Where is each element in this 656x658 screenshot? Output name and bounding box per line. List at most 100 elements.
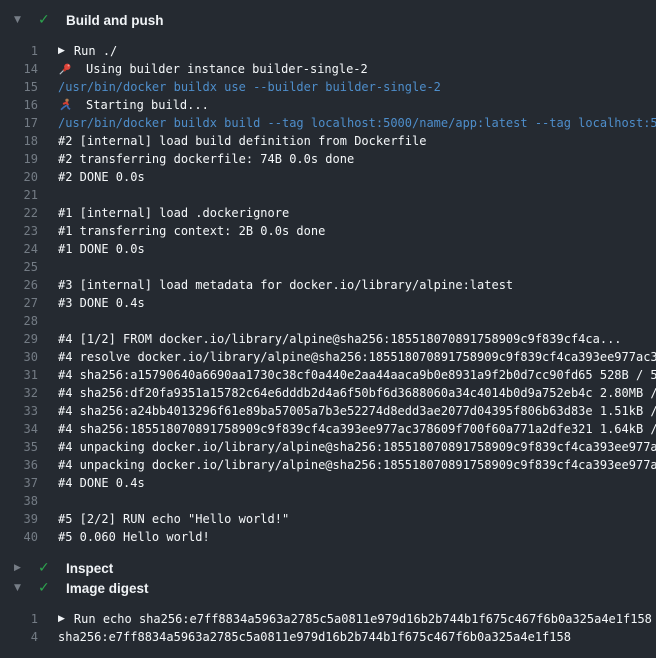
check-icon: ✓ bbox=[38, 578, 52, 598]
line-text: /usr/bin/docker buildx use --builder bui… bbox=[58, 78, 656, 96]
runner-icon bbox=[58, 98, 74, 112]
log-line: 35 #4 unpacking docker.io/library/alpine… bbox=[0, 438, 656, 456]
log-line: 34 #4 sha256:185518070891758909c9f839cf4… bbox=[0, 420, 656, 438]
line-number[interactable]: 26 bbox=[0, 276, 38, 294]
line-number[interactable]: 22 bbox=[0, 204, 38, 222]
line-text bbox=[58, 492, 656, 510]
step-title: Inspect bbox=[66, 561, 113, 576]
line-number[interactable]: 24 bbox=[0, 240, 38, 258]
log-line: 37 #4 DONE 0.4s bbox=[0, 474, 656, 492]
line-number[interactable]: 31 bbox=[0, 366, 38, 384]
line-number[interactable]: 4 bbox=[0, 628, 38, 646]
line-text bbox=[58, 186, 656, 204]
log-line-group[interactable]: 1 ▶Run ./ bbox=[0, 42, 656, 60]
log-line: 27 #3 DONE 0.4s bbox=[0, 294, 656, 312]
line-number[interactable]: 21 bbox=[0, 186, 38, 204]
line-number[interactable]: 23 bbox=[0, 222, 38, 240]
line-text: #4 DONE 0.4s bbox=[58, 474, 656, 492]
log-line: 25 bbox=[0, 258, 656, 276]
log-line: 32 #4 sha256:df20fa9351a15782c64e6dddb2d… bbox=[0, 384, 656, 402]
log-line: 36 #4 unpacking docker.io/library/alpine… bbox=[0, 456, 656, 474]
log-line: 31 #4 sha256:a15790640a6690aa1730c38cf0a… bbox=[0, 366, 656, 384]
log-line: 28 bbox=[0, 312, 656, 330]
log-section-inspect: ▶ ✓ Inspect bbox=[0, 558, 656, 578]
actions-log: ▼ ✓ Build and push 1 ▶Run ./ 14 Using bu… bbox=[0, 10, 656, 646]
line-number[interactable]: 20 bbox=[0, 168, 38, 186]
line-number[interactable]: 25 bbox=[0, 258, 38, 276]
line-number[interactable]: 1 bbox=[0, 42, 38, 60]
log-section-image-digest: ▼ ✓ Image digest 1 ▶Run echo sha256:e7ff… bbox=[0, 578, 656, 646]
line-number[interactable]: 19 bbox=[0, 150, 38, 168]
line-number[interactable]: 36 bbox=[0, 456, 38, 474]
chevron-down-icon[interactable]: ▼ bbox=[14, 578, 26, 598]
log-line: 14 Using builder instance builder-single… bbox=[0, 60, 656, 78]
line-text: #1 DONE 0.0s bbox=[58, 240, 656, 258]
log-line: 16 Starting build... bbox=[0, 96, 656, 114]
line-text: ▶Run echo sha256:e7ff8834a5963a2785c5a08… bbox=[58, 610, 656, 628]
line-text: Starting build... bbox=[58, 96, 656, 114]
line-text: #4 sha256:a24bb4013296f61e89ba57005a7b3e… bbox=[58, 402, 656, 420]
log-line: 22 #1 [internal] load .dockerignore bbox=[0, 204, 656, 222]
log-line-group[interactable]: 1 ▶Run echo sha256:e7ff8834a5963a2785c5a… bbox=[0, 610, 656, 628]
line-text: #2 transferring dockerfile: 74B 0.0s don… bbox=[58, 150, 656, 168]
line-number[interactable]: 40 bbox=[0, 528, 38, 546]
log-line: 26 #3 [internal] load metadata for docke… bbox=[0, 276, 656, 294]
line-text bbox=[58, 258, 656, 276]
line-number[interactable]: 38 bbox=[0, 492, 38, 510]
line-number[interactable]: 30 bbox=[0, 348, 38, 366]
line-text: #2 [internal] load build definition from… bbox=[58, 132, 656, 150]
log-line: 4 sha256:e7ff8834a5963a2785c5a0811e979d1… bbox=[0, 628, 656, 646]
line-number[interactable]: 15 bbox=[0, 78, 38, 96]
line-number[interactable]: 37 bbox=[0, 474, 38, 492]
log-line: 18 #2 [internal] load build definition f… bbox=[0, 132, 656, 150]
line-text: #1 [internal] load .dockerignore bbox=[58, 204, 656, 222]
check-icon: ✓ bbox=[38, 10, 52, 30]
line-number[interactable]: 32 bbox=[0, 384, 38, 402]
line-number[interactable]: 18 bbox=[0, 132, 38, 150]
line-text: #3 DONE 0.4s bbox=[58, 294, 656, 312]
log-line: 39 #5 [2/2] RUN echo "Hello world!" bbox=[0, 510, 656, 528]
check-icon: ✓ bbox=[38, 558, 52, 578]
line-number[interactable]: 34 bbox=[0, 420, 38, 438]
chevron-right-icon[interactable]: ▶ bbox=[14, 558, 26, 578]
line-text: #1 transferring context: 2B 0.0s done bbox=[58, 222, 656, 240]
line-text bbox=[58, 312, 656, 330]
log-line: 30 #4 resolve docker.io/library/alpine@s… bbox=[0, 348, 656, 366]
step-header-build-and-push[interactable]: ▼ ✓ Build and push bbox=[0, 10, 656, 30]
log-line: 20 #2 DONE 0.0s bbox=[0, 168, 656, 186]
log-line: 17 /usr/bin/docker buildx build --tag lo… bbox=[0, 114, 656, 132]
line-number[interactable]: 27 bbox=[0, 294, 38, 312]
line-number[interactable]: 14 bbox=[0, 60, 38, 78]
log-line: 33 #4 sha256:a24bb4013296f61e89ba57005a7… bbox=[0, 402, 656, 420]
pushpin-icon bbox=[58, 62, 74, 76]
line-text: #4 sha256:df20fa9351a15782c64e6dddb2d4a6… bbox=[58, 384, 656, 402]
line-number[interactable]: 29 bbox=[0, 330, 38, 348]
log-line: 29 #4 [1/2] FROM docker.io/library/alpin… bbox=[0, 330, 656, 348]
line-text: #4 sha256:185518070891758909c9f839cf4ca3… bbox=[58, 420, 656, 438]
chevron-down-icon[interactable]: ▼ bbox=[14, 10, 26, 30]
line-text: #5 [2/2] RUN echo "Hello world!" bbox=[58, 510, 656, 528]
line-number[interactable]: 17 bbox=[0, 114, 38, 132]
line-number[interactable]: 35 bbox=[0, 438, 38, 456]
line-number[interactable]: 39 bbox=[0, 510, 38, 528]
line-number[interactable]: 28 bbox=[0, 312, 38, 330]
step-log-lines: 1 ▶Run echo sha256:e7ff8834a5963a2785c5a… bbox=[0, 610, 656, 646]
line-text: ▶Run ./ bbox=[58, 42, 656, 60]
line-text: #2 DONE 0.0s bbox=[58, 168, 656, 186]
log-line: 40 #5 0.060 Hello world! bbox=[0, 528, 656, 546]
line-number[interactable]: 1 bbox=[0, 610, 38, 628]
log-line: 15 /usr/bin/docker buildx use --builder … bbox=[0, 78, 656, 96]
line-text: sha256:e7ff8834a5963a2785c5a0811e979d16b… bbox=[58, 628, 656, 646]
line-number[interactable]: 33 bbox=[0, 402, 38, 420]
line-text: /usr/bin/docker buildx build --tag local… bbox=[58, 114, 656, 132]
run-expand-arrow-icon[interactable]: ▶ bbox=[58, 42, 65, 60]
step-header-inspect[interactable]: ▶ ✓ Inspect bbox=[0, 558, 656, 578]
step-header-image-digest[interactable]: ▼ ✓ Image digest bbox=[0, 578, 656, 598]
step-title: Image digest bbox=[66, 581, 149, 596]
line-text: #4 [1/2] FROM docker.io/library/alpine@s… bbox=[58, 330, 656, 348]
run-expand-arrow-icon[interactable]: ▶ bbox=[58, 610, 65, 628]
step-log-lines: 1 ▶Run ./ 14 Using builder instance buil… bbox=[0, 42, 656, 546]
line-text: Using builder instance builder-single-2 bbox=[58, 60, 656, 78]
line-text: #3 [internal] load metadata for docker.i… bbox=[58, 276, 656, 294]
line-number[interactable]: 16 bbox=[0, 96, 38, 114]
